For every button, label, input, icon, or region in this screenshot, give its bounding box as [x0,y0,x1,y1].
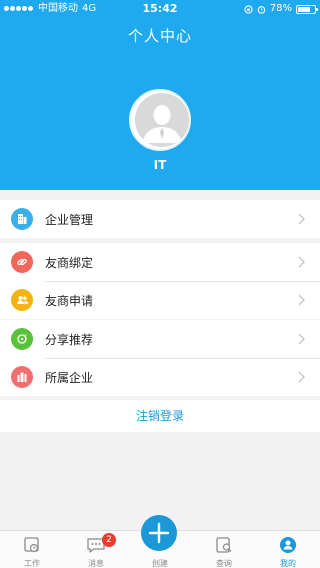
message-count-badge: 2 [102,533,116,547]
create-button[interactable] [141,515,177,551]
tab-label: 工作 [24,559,40,568]
building-icon [11,208,33,230]
tab-label: 查询 [216,559,232,568]
chevron-right-icon [298,256,305,268]
tab-mine[interactable]: 我的 [256,531,320,568]
battery-percent: 78% [269,3,292,14]
menu-group-share: 分享推荐 所属企业 [0,320,320,396]
status-bar: 中国移动 4G 15:42 78% [0,0,320,18]
status-right: 78% [244,0,318,18]
chevron-right-icon [298,333,305,345]
tab-label: 我的 [280,559,296,568]
menu-item-label: 企业管理 [45,212,94,227]
people-icon [11,289,33,311]
link-icon [11,251,33,273]
username: IT [153,158,167,172]
page-title: 个人中心 [127,27,192,45]
menu-item-partner-application[interactable]: 友商申请 [0,281,320,319]
plus-icon [148,522,170,544]
profile-icon [280,537,296,553]
rotation-lock-icon [244,4,253,14]
menu-item-label: 友商申请 [45,293,94,308]
menu-item-affiliated-company[interactable]: 所属企业 [0,358,320,396]
company-icon [11,366,33,388]
menu-item-label: 分享推荐 [45,332,94,347]
logout-button[interactable]: 注销登录 [0,400,320,432]
tab-label: 创建 [152,559,168,568]
chevron-right-icon [298,294,305,306]
clock-calendar-icon [24,537,39,553]
menu-item-partner-binding[interactable]: 友商绑定 [0,243,320,281]
share-icon [11,328,33,350]
menu-item-enterprise-management[interactable]: 企业管理 [0,200,320,238]
menu-item-label: 所属企业 [45,370,94,385]
profile-header: 中国移动 4G 15:42 78% 个人中心 IT [0,0,320,190]
tab-messages[interactable]: 2 消息 [64,531,128,568]
avatar[interactable] [129,89,191,151]
menu-group-partners: 友商绑定 友商申请 [0,243,320,319]
default-avatar-icon [131,91,189,149]
battery-icon [296,4,318,14]
chevron-right-icon [298,213,305,225]
chevron-right-icon [298,371,305,383]
alarm-icon [257,5,266,14]
tab-label: 消息 [88,559,104,568]
menu-item-share-recommend[interactable]: 分享推荐 [0,320,320,358]
search-doc-icon [216,537,232,553]
menu-group-enterprise: 企业管理 [0,200,320,238]
menu-item-label: 友商绑定 [45,255,94,270]
tab-query[interactable]: 查询 [192,531,256,568]
tab-work[interactable]: 工作 [0,531,64,568]
